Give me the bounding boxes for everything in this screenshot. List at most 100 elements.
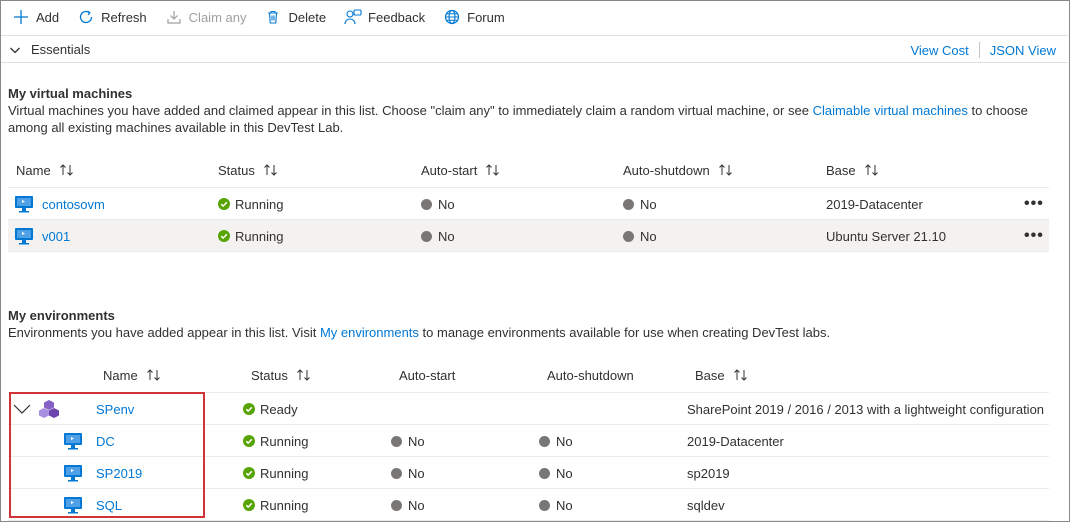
vm-name-link[interactable]: DC: [96, 434, 115, 449]
off-status-dot-icon: [539, 499, 550, 511]
divider: [978, 42, 980, 58]
vm-name-link[interactable]: SP2019: [96, 466, 142, 481]
environment-group-row[interactable]: SPenv Ready SharePoint 2019 / 2016 / 201…: [8, 393, 1049, 425]
claimable-vms-link[interactable]: Claimable virtual machines: [813, 103, 968, 118]
auto-shutdown-value: No: [556, 465, 573, 481]
table-row[interactable]: DC Running No No 2019-Datacenter: [8, 425, 1049, 457]
off-status-dot-icon: [391, 435, 402, 447]
off-status-dot-icon: [623, 230, 634, 242]
sort-icon: [864, 164, 880, 176]
environment-icon: [39, 400, 59, 418]
command-bar: Add Refresh Claim any Delete Feedback Fo…: [12, 6, 523, 28]
off-status-dot-icon: [623, 198, 634, 210]
sort-icon: [59, 164, 75, 176]
vm-name-link[interactable]: v001: [42, 229, 70, 244]
my-environments-link[interactable]: My environments: [320, 325, 419, 340]
sort-icon: [263, 164, 279, 176]
success-check-icon: [218, 230, 230, 242]
table-row[interactable]: v001 Running No No Ubuntu Server 21.10 •…: [8, 220, 1049, 252]
status-text: Ready: [260, 401, 298, 417]
status-text: Running: [260, 465, 309, 481]
vm-name-link[interactable]: SQL: [96, 498, 122, 513]
success-check-icon: [218, 198, 230, 210]
vm-name-link[interactable]: contosovm: [42, 197, 105, 212]
feedback-label: Feedback: [368, 9, 426, 25]
vms-section-title: My virtual machines: [8, 86, 133, 101]
delete-label: Delete: [288, 9, 327, 25]
base-value: Ubuntu Server 21.10: [826, 228, 946, 244]
forum-label: Forum: [467, 9, 505, 25]
column-header-base[interactable]: Base: [695, 365, 749, 385]
column-header-name[interactable]: Name: [103, 365, 162, 385]
base-value: SharePoint 2019 / 2016 / 2013 with a lig…: [687, 401, 1045, 417]
column-header-auto-start[interactable]: Auto-start: [421, 160, 501, 180]
auto-shutdown-value: No: [556, 497, 573, 513]
environment-name-link[interactable]: SPenv: [96, 402, 134, 417]
off-status-dot-icon: [391, 467, 402, 479]
view-cost-link[interactable]: View Cost: [910, 43, 968, 58]
table-row[interactable]: SQL Running No No sqldev: [8, 489, 1049, 521]
column-header-base[interactable]: Base: [826, 160, 880, 180]
download-icon: [165, 8, 183, 26]
essentials-toggle[interactable]: Essentials: [9, 42, 90, 57]
success-check-icon: [243, 435, 255, 447]
claim-any-label: Claim any: [188, 9, 247, 25]
envs-desc-text-2: to manage environments available for use…: [418, 325, 831, 340]
json-view-link[interactable]: JSON View: [990, 43, 1056, 58]
auto-start-value: No: [438, 196, 455, 212]
essentials-bar: Essentials View Cost JSON View: [1, 35, 1068, 63]
auto-start-value: No: [408, 433, 425, 449]
vms-desc-text-1: Virtual machines you have added and clai…: [8, 103, 813, 118]
feedback-icon: [344, 8, 362, 26]
sort-icon: [146, 369, 162, 381]
column-header-status[interactable]: Status: [218, 160, 279, 180]
column-header-status[interactable]: Status: [251, 365, 312, 385]
off-status-dot-icon: [539, 467, 550, 479]
column-header-auto-shutdown[interactable]: Auto-shutdown: [623, 160, 734, 180]
virtual-machine-icon: [64, 433, 82, 450]
virtual-machine-icon: [14, 195, 34, 213]
virtual-machine-icon: [64, 465, 82, 482]
base-value: 2019-Datacenter: [687, 433, 784, 449]
column-header-auto-start[interactable]: Auto-start: [399, 365, 455, 385]
more-options-icon[interactable]: •••: [1024, 227, 1044, 245]
virtual-machine-icon: [64, 497, 82, 514]
off-status-dot-icon: [391, 499, 402, 511]
plus-icon: [12, 8, 30, 26]
auto-shutdown-value: No: [556, 433, 573, 449]
base-value: 2019-Datacenter: [826, 196, 923, 212]
claim-any-button[interactable]: Claim any: [165, 8, 247, 26]
column-header-name[interactable]: Name: [16, 160, 75, 180]
vms-description: Virtual machines you have added and clai…: [8, 102, 1058, 136]
auto-start-value: No: [408, 497, 425, 513]
refresh-icon: [77, 8, 95, 26]
delete-button[interactable]: Delete: [264, 8, 326, 26]
success-check-icon: [243, 499, 255, 511]
trash-icon: [264, 8, 282, 26]
off-status-dot-icon: [421, 198, 432, 210]
status-text: Running: [235, 228, 284, 244]
more-options-icon[interactable]: •••: [1024, 195, 1044, 213]
virtual-machine-icon: [14, 227, 34, 245]
success-check-icon: [243, 467, 255, 479]
feedback-button[interactable]: Feedback: [344, 8, 425, 26]
off-status-dot-icon: [421, 230, 432, 242]
forum-button[interactable]: Forum: [443, 8, 505, 26]
table-row[interactable]: contosovm Running No No 2019-Datacenter …: [8, 188, 1049, 220]
column-header-auto-shutdown[interactable]: Auto-shutdown: [547, 365, 634, 385]
auto-start-value: No: [438, 228, 455, 244]
chevron-down-icon[interactable]: [13, 403, 31, 415]
auto-start-value: No: [408, 465, 425, 481]
success-check-icon: [243, 403, 255, 415]
sort-icon: [296, 369, 312, 381]
add-button[interactable]: Add: [12, 8, 59, 26]
sort-icon: [733, 369, 749, 381]
add-label: Add: [36, 9, 60, 25]
off-status-dot-icon: [539, 435, 550, 447]
envs-section-title: My environments: [8, 308, 115, 323]
status-text: Running: [260, 497, 309, 513]
sort-icon: [485, 164, 501, 176]
status-text: Running: [260, 433, 309, 449]
table-row[interactable]: SP2019 Running No No sp2019: [8, 457, 1049, 489]
refresh-button[interactable]: Refresh: [77, 8, 147, 26]
